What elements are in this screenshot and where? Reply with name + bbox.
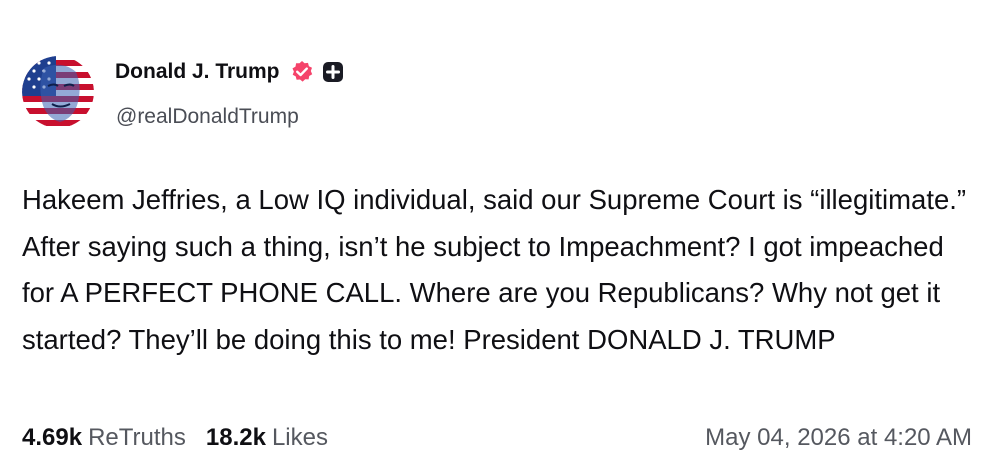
verified-badge-icon: [290, 60, 314, 84]
likes-stat[interactable]: 18.2k Likes: [206, 424, 328, 452]
likes-label: Likes: [271, 424, 328, 451]
plus-badge-icon: [322, 62, 343, 82]
author-name-row: Donald J. Trump: [115, 57, 343, 87]
post-card: Donald J. Trump @realDonaldTrump Hakeem …: [0, 0, 996, 474]
retruths-label: ReTruths: [88, 424, 186, 451]
avatar[interactable]: [22, 56, 94, 128]
likes-count: 18.2k: [205, 424, 266, 451]
author-handle[interactable]: @realDonaldTrump: [116, 105, 299, 129]
post-timestamp[interactable]: May 04, 2026 at 4:20 AM: [705, 424, 972, 452]
retruths-stat[interactable]: 4.69k ReTruths: [22, 424, 186, 452]
post-footer: 4.69k ReTruths 18.2k Likes May 04, 2026 at…: [22, 420, 972, 456]
author-display-name[interactable]: Donald J. Trump: [115, 60, 280, 84]
retruths-count: 4.69k: [22, 424, 83, 451]
post-body-text: Hakeem Jeffries, a Low IQ individual, sa…: [22, 184, 973, 355]
